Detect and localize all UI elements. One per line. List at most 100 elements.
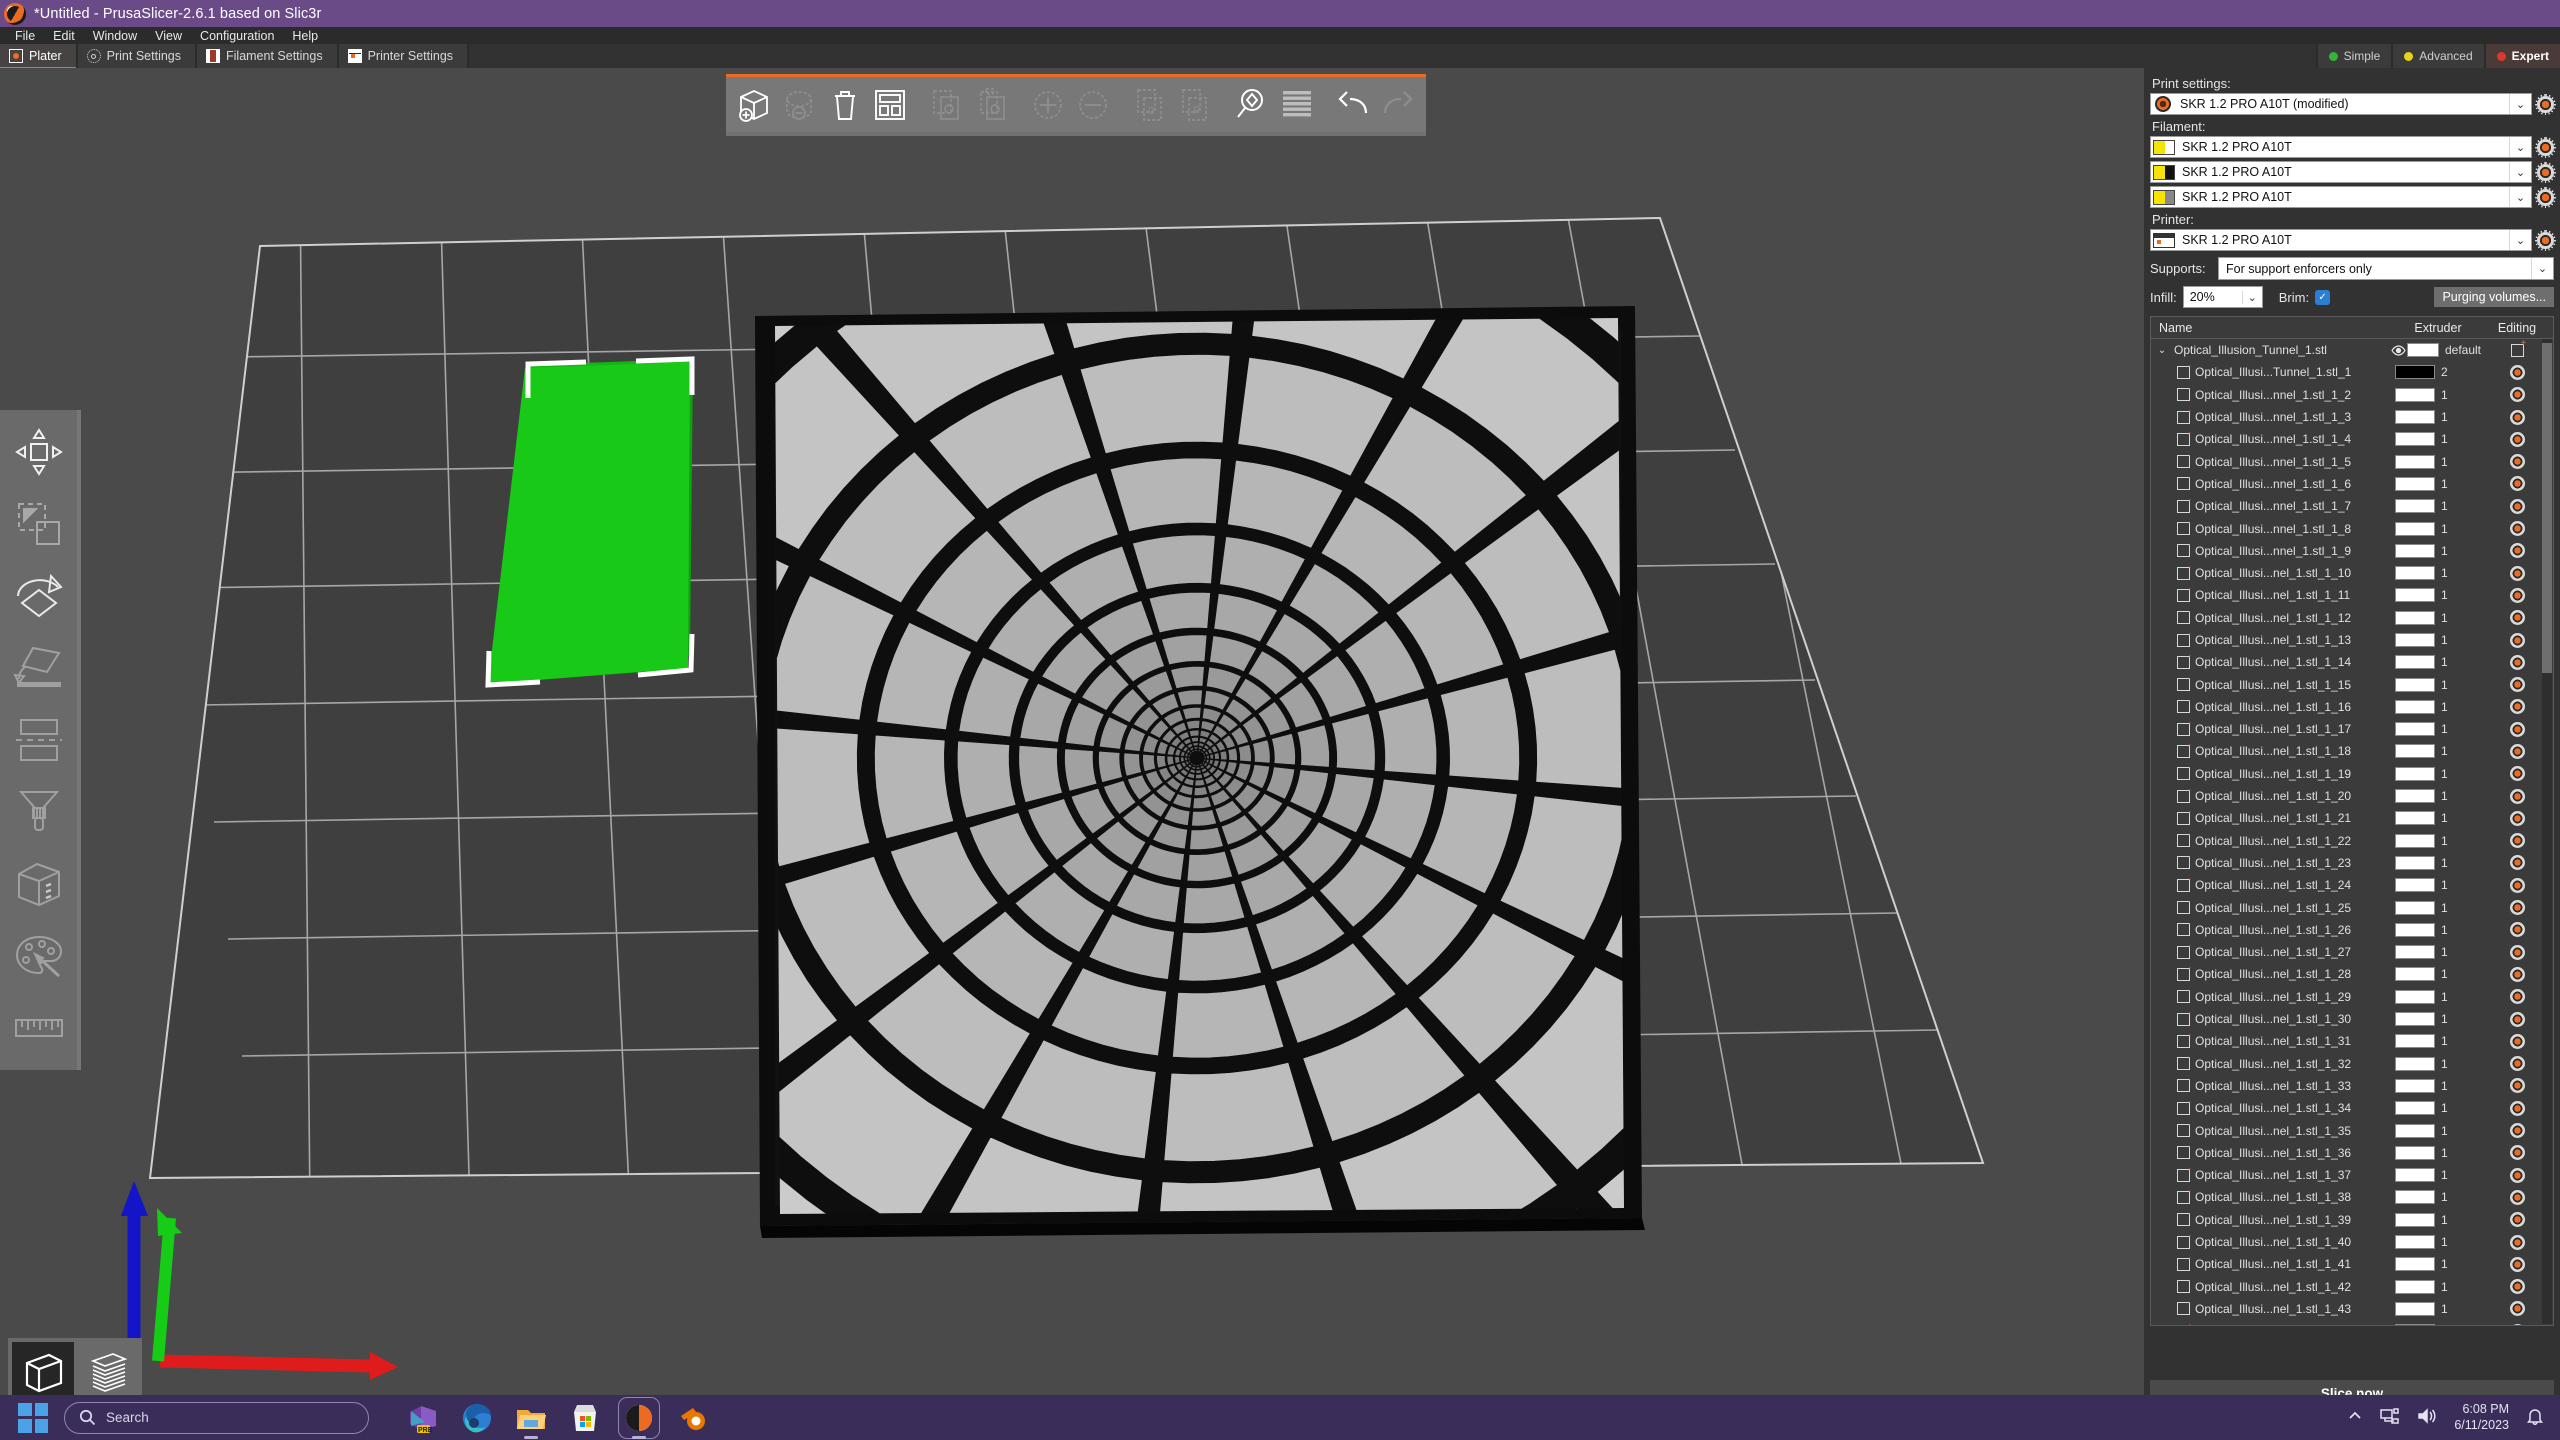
object-list[interactable]: Name Extruder Editing ⌄Optical_Illusion_…: [2150, 316, 2554, 1326]
cut-gizmo-icon[interactable]: [0, 704, 77, 776]
object-list-part-row[interactable]: Optical_Illusi...nnel_1.stl_1_71: [2151, 495, 2553, 517]
volume-icon[interactable]: [2417, 1407, 2437, 1428]
tab-plater[interactable]: Plater: [0, 44, 78, 68]
extruder-swatch[interactable]: [2395, 1302, 2435, 1316]
extruder-swatch[interactable]: [2395, 923, 2435, 937]
object-list-part-row[interactable]: Optical_Illusi...nel_1.stl_1_191: [2151, 763, 2553, 785]
filament-combobox-1[interactable]: SKR 1.2 PRO A10T ⌄: [2150, 136, 2532, 158]
object-list-part-row[interactable]: Optical_Illusi...nel_1.stl_1_161: [2151, 696, 2553, 718]
printer-gear-icon[interactable]: [2537, 232, 2554, 249]
part-settings-gear-icon[interactable]: [2510, 476, 2525, 491]
measure-gizmo-icon[interactable]: [0, 992, 77, 1064]
chevron-down-icon[interactable]: ⌄: [2509, 137, 2531, 157]
part-settings-gear-icon[interactable]: [2510, 1123, 2525, 1138]
part-settings-gear-icon[interactable]: [2510, 989, 2525, 1004]
object-list-part-row[interactable]: Optical_Illusi...nel_1.stl_1_121: [2151, 607, 2553, 629]
extruder-swatch[interactable]: [2395, 655, 2435, 669]
part-settings-gear-icon[interactable]: [2510, 945, 2525, 960]
extruder-swatch[interactable]: [2395, 588, 2435, 602]
3d-viewport[interactable]: 0 P: [0, 68, 2144, 1418]
object-list-part-row[interactable]: Optical_Illusi...nel_1.stl_1_431: [2151, 1298, 2553, 1320]
purging-volumes-button[interactable]: Purging volumes...: [2434, 287, 2554, 307]
extruder-swatch[interactable]: [2395, 811, 2435, 825]
edge-icon[interactable]: [461, 1402, 493, 1434]
bell-icon[interactable]: [2526, 1407, 2544, 1428]
object-list-part-row[interactable]: Optical_Illusi...nel_1.stl_1_411: [2151, 1253, 2553, 1275]
filament-gear-icon-2[interactable]: [2537, 164, 2554, 181]
extruder-swatch[interactable]: [2395, 544, 2435, 558]
part-settings-gear-icon[interactable]: [2510, 766, 2525, 781]
eye-icon[interactable]: [2390, 345, 2407, 356]
part-settings-gear-icon[interactable]: [2510, 833, 2525, 848]
object-list-part-row[interactable]: Optical_Illusi...nnel_1.stl_1_81: [2151, 517, 2553, 539]
extruder-swatch[interactable]: [2395, 678, 2435, 692]
part-settings-gear-icon[interactable]: [2510, 1212, 2525, 1227]
taskbar-search-input[interactable]: Search: [64, 1402, 369, 1434]
extruder-swatch[interactable]: [2395, 611, 2435, 625]
prusaslicer-taskbar-icon[interactable]: [623, 1402, 655, 1434]
expand-chevron-icon[interactable]: ⌄: [2155, 345, 2169, 356]
object-list-part-row[interactable]: Optical_Illusi...nel_1.stl_1_101: [2151, 562, 2553, 584]
object-list-part-row[interactable]: Optical_Illusi...nnel_1.stl_1_51: [2151, 450, 2553, 472]
file-explorer-icon[interactable]: [515, 1402, 547, 1434]
part-settings-gear-icon[interactable]: [2510, 811, 2525, 826]
add-part-icon[interactable]: +: [2511, 344, 2524, 357]
object-list-part-row[interactable]: Optical_Illusi...nel_1.stl_1_141: [2151, 651, 2553, 673]
part-settings-gear-icon[interactable]: [2510, 677, 2525, 692]
part-settings-gear-icon[interactable]: [2510, 1034, 2525, 1049]
filament-gear-icon-1[interactable]: [2537, 139, 2554, 156]
object-list-part-row[interactable]: Optical_Illusi...nel_1.stl_1_401: [2151, 1231, 2553, 1253]
object-list-part-row[interactable]: Optical_Illusi...nel_1.stl_1_201: [2151, 785, 2553, 807]
extruder-swatch[interactable]: [2395, 1057, 2435, 1071]
extruder-swatch[interactable]: [2395, 1034, 2435, 1048]
object-list-part-row[interactable]: Optical_Illusi...nnel_1.stl_1_31: [2151, 406, 2553, 428]
editing-cell[interactable]: [2481, 1324, 2553, 1326]
part-settings-gear-icon[interactable]: [2510, 699, 2525, 714]
part-settings-gear-icon[interactable]: [2510, 387, 2525, 402]
variable-layer-height-icon[interactable]: [1275, 80, 1318, 130]
part-settings-gear-icon[interactable]: [2510, 1145, 2525, 1160]
part-settings-gear-icon[interactable]: [2510, 499, 2525, 514]
delete-all-icon[interactable]: [823, 80, 866, 130]
add-icon[interactable]: [732, 80, 775, 130]
extruder-swatch[interactable]: [2395, 1101, 2435, 1115]
object-list-root-row[interactable]: ⌄Optical_Illusion_Tunnel_1.stldefault+: [2151, 339, 2553, 361]
part-settings-gear-icon[interactable]: [2510, 1301, 2525, 1316]
extruder-swatch[interactable]: [2395, 1324, 2435, 1326]
object-list-part-row[interactable]: Optical_Illusi...nel_1.stl_1_151: [2151, 673, 2553, 695]
extruder-swatch[interactable]: [2395, 834, 2435, 848]
part-settings-gear-icon[interactable]: [2510, 1235, 2525, 1250]
extruder-swatch[interactable]: [2395, 432, 2435, 446]
extruder-swatch[interactable]: [2395, 410, 2435, 424]
extruder-swatch[interactable]: [2395, 1124, 2435, 1138]
part-settings-gear-icon[interactable]: [2510, 967, 2525, 982]
place-on-face-gizmo-icon[interactable]: [0, 632, 77, 704]
object-list-part-row[interactable]: Optical_Illusi...nnel_1.stl_1_41: [2151, 428, 2553, 450]
object-list-part-row[interactable]: Optical_Illusi...nel_1.stl_1_241: [2151, 874, 2553, 896]
object-list-part-row[interactable]: Optical_Illusi...nel_1.stl_1_181: [2151, 740, 2553, 762]
taskbar-clock[interactable]: 6:08 PM 6/11/2023: [2454, 1402, 2509, 1433]
mode-advanced[interactable]: Advanced: [2391, 44, 2483, 68]
object-list-part-row[interactable]: Optical_Illusi...nel_1.stl_1_391: [2151, 1209, 2553, 1231]
mode-simple[interactable]: Simple: [2316, 44, 2392, 68]
extruder-swatch[interactable]: [2395, 1280, 2435, 1294]
extruder-swatch[interactable]: [2395, 722, 2435, 736]
search-icon[interactable]: [1229, 80, 1272, 130]
part-settings-gear-icon[interactable]: [2510, 744, 2525, 759]
object-list-part-row[interactable]: Optical_Illusi...nnel_1.stl_1_91: [2151, 540, 2553, 562]
chevron-down-icon[interactable]: ⌄: [2242, 291, 2262, 304]
undo-icon[interactable]: [1331, 80, 1374, 130]
menu-file[interactable]: File: [6, 28, 44, 44]
part-settings-gear-icon[interactable]: [2510, 855, 2525, 870]
infill-combobox[interactable]: 20% ⌄: [2183, 286, 2263, 308]
printer-combobox[interactable]: SKR 1.2 PRO A10T ⌄: [2150, 229, 2532, 251]
object-list-part-row[interactable]: Optical_Illusi...nel_1.stl_1_131: [2151, 629, 2553, 651]
part-settings-gear-icon[interactable]: [2510, 922, 2525, 937]
object-list-part-row[interactable]: Optical_Illusi...nel_1.stl_1_281: [2151, 963, 2553, 985]
extruder-swatch[interactable]: [2395, 1257, 2435, 1271]
part-settings-gear-icon[interactable]: [2510, 410, 2525, 425]
filament-gear-icon-3[interactable]: [2537, 189, 2554, 206]
part-settings-gear-icon[interactable]: [2510, 1324, 2525, 1326]
object-list-part-row[interactable]: Optical_Illusi...nel_1.stl_1_311: [2151, 1030, 2553, 1052]
tab-filament-settings[interactable]: Filament Settings: [197, 44, 339, 68]
